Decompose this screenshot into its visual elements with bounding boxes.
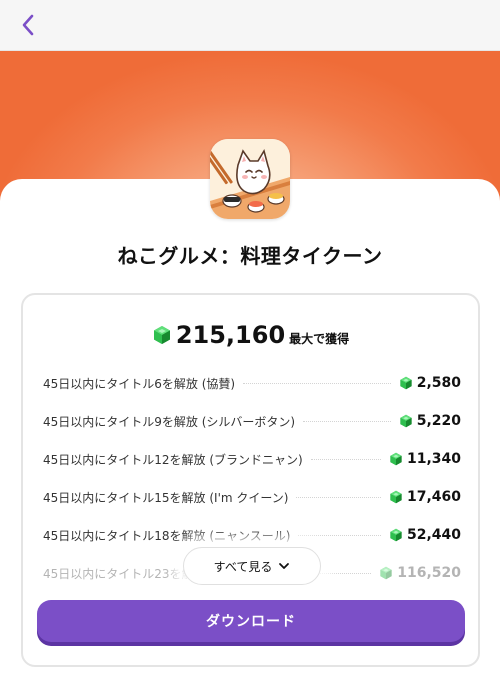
chevron-left-icon <box>22 14 34 36</box>
green-gem-icon <box>389 490 403 504</box>
task-reward-value: 52,440 <box>406 527 461 543</box>
task-reward: 11,340 <box>389 451 461 467</box>
task-reward-value: 5,220 <box>416 413 461 429</box>
dotted-leader <box>298 534 381 536</box>
green-gem-icon <box>389 528 403 542</box>
task-reward: 5,220 <box>399 413 461 429</box>
task-label: 45日以内にタイトル6を解放 (協賛) <box>43 376 236 391</box>
top-nav-bar <box>0 0 500 51</box>
task-row: 45日以内にタイトル6を解放 (協賛) 2,580 <box>43 364 461 402</box>
green-gem-icon <box>379 566 393 580</box>
back-button[interactable] <box>14 11 42 39</box>
task-reward: 17,460 <box>389 489 461 505</box>
task-reward-value: 2,580 <box>416 375 461 391</box>
task-row: 45日以内にタイトル9を解放 (シルバーボタン) 5,220 <box>43 402 461 440</box>
task-reward-value: 116,520 <box>397 565 461 581</box>
green-gem-icon <box>389 452 403 466</box>
download-button[interactable]: ダウンロード <box>37 600 465 642</box>
task-reward: 116,520 <box>379 565 461 581</box>
total-reward-suffix: 最大で獲得 <box>289 332 350 346</box>
dotted-leader <box>310 458 381 460</box>
green-gem-icon <box>399 376 413 390</box>
show-all-button[interactable]: すべて見る <box>183 547 321 585</box>
dotted-leader <box>296 496 381 498</box>
dotted-leader <box>243 382 391 384</box>
task-reward: 52,440 <box>389 527 461 543</box>
show-all-label: すべて見る <box>213 559 273 574</box>
task-reward-value: 11,340 <box>406 451 461 467</box>
offer-card: 215,160 最大で獲得 45日以内にタイトル6を解放 (協賛) 2,580 … <box>21 293 480 667</box>
total-reward-value: 215,160 <box>175 321 286 349</box>
green-gem-icon <box>399 414 413 428</box>
task-reward-value: 17,460 <box>406 489 461 505</box>
app-title: ねこグルメ：料理タイクーン <box>117 244 383 268</box>
dotted-leader <box>303 420 391 422</box>
green-gem-icon <box>152 325 172 345</box>
task-label: 45日以内にタイトル23を解 <box>43 566 194 581</box>
task-reward: 2,580 <box>399 375 461 391</box>
app-icon <box>210 139 290 219</box>
task-label: 45日以内にタイトル15を解放 (I'm クイーン) <box>43 490 289 505</box>
cat-sushi-app-icon <box>210 139 290 219</box>
task-label: 45日以内にタイトル9を解放 (シルバーボタン) <box>43 414 296 429</box>
task-row: 45日以内にタイトル12を解放 (ブランドニャン) 11,340 <box>43 440 461 478</box>
chevron-down-icon <box>278 562 290 570</box>
total-reward: 215,160 最大で獲得 <box>23 321 478 349</box>
task-row: 45日以内にタイトル15を解放 (I'm クイーン) 17,460 <box>43 478 461 516</box>
task-label: 45日以内にタイトル18を解放 (ニャンスール) <box>43 528 291 543</box>
task-label: 45日以内にタイトル12を解放 (ブランドニャン) <box>43 452 303 467</box>
